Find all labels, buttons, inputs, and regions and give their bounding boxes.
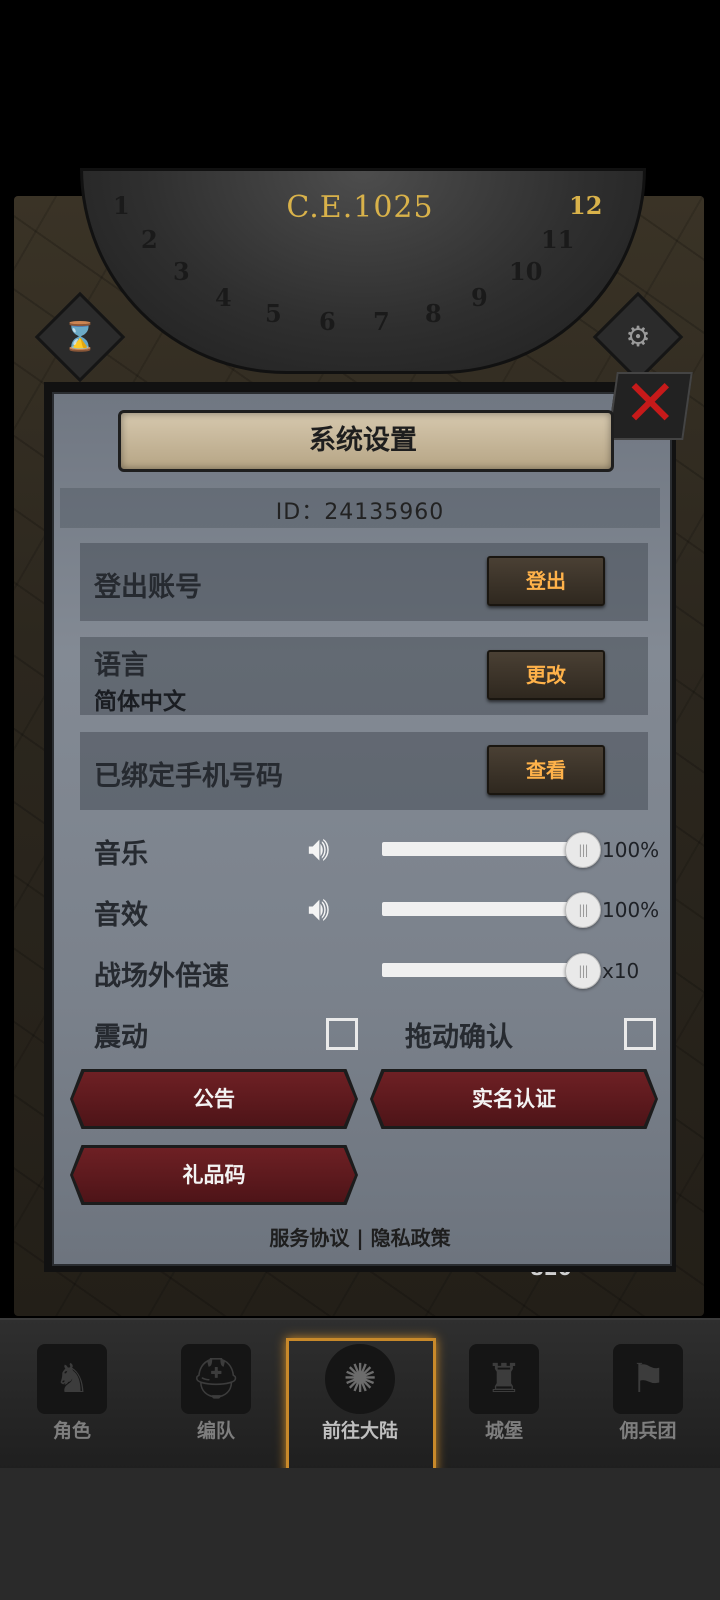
logout-label: 登出账号 — [94, 572, 202, 603]
wheel-number: 11 — [541, 225, 575, 254]
system-bar-area — [0, 1468, 720, 1600]
year-label: C.E.1025 — [286, 190, 434, 225]
music-slider-track[interactable] — [382, 842, 586, 856]
music-label: 音乐 — [94, 839, 148, 870]
drag-confirm-label: 拖动确认 — [405, 1022, 513, 1053]
vibration-checkbox[interactable] — [326, 1018, 358, 1050]
player-id: ID：24135960 — [275, 500, 445, 525]
tab-character[interactable]: ♞ 角色 — [4, 1330, 140, 1464]
tab-label: 城堡 — [484, 1420, 523, 1442]
view-phone-button[interactable]: 查看 — [487, 745, 605, 795]
tab-formation[interactable]: ⛑ 编队 — [148, 1330, 284, 1464]
tab-continent[interactable]: ✺ 前往大陆 — [292, 1330, 428, 1464]
speed-slider-track[interactable] — [382, 963, 586, 977]
language-label: 语言 — [94, 650, 148, 681]
footer-separator: | — [356, 1226, 364, 1250]
footer-links: 服务协议 | 隐私政策 — [52, 1222, 668, 1251]
change-language-button[interactable]: 更改 — [487, 650, 605, 700]
phone-label: 已绑定手机号码 — [94, 761, 283, 792]
speed-label: 战场外倍速 — [94, 961, 229, 992]
sfx-slider-track[interactable] — [382, 902, 586, 916]
sfx-label: 音效 — [94, 900, 148, 931]
wheel-number: 9 — [471, 283, 488, 312]
logout-button[interactable]: 登出 — [487, 556, 605, 606]
knight-icon: ♞ — [37, 1344, 107, 1414]
wheel-number: 7 — [373, 307, 390, 336]
close-button[interactable]: ✕ — [607, 367, 693, 441]
music-slider-thumb[interactable]: ||| — [565, 832, 601, 868]
tab-castle[interactable]: ♜ 城堡 — [436, 1330, 572, 1464]
speaker-icon[interactable]: 🔊︎ — [308, 892, 329, 926]
drag-confirm-checkbox[interactable] — [624, 1018, 656, 1050]
castle-icon: ♜ — [469, 1344, 539, 1414]
hourglass-icon: ⌛ — [62, 320, 98, 353]
wheel-number: 10 — [509, 257, 543, 286]
vibration-label: 震动 — [94, 1022, 148, 1053]
wheel-number: 4 — [215, 283, 232, 312]
sfx-slider-thumb[interactable]: ||| — [565, 892, 601, 928]
speaker-icon[interactable]: 🔊︎ — [308, 832, 329, 866]
close-x-icon: ✕ — [623, 367, 678, 441]
wheel-number: 2 — [141, 225, 158, 254]
speed-slider-thumb[interactable]: ||| — [565, 953, 601, 989]
tab-label: 编队 — [196, 1420, 235, 1442]
compass-icon: ✺ — [325, 1344, 395, 1414]
speed-value: x10 — [602, 959, 640, 983]
privacy-link[interactable]: 隐私政策 — [371, 1226, 451, 1250]
wheel-number: 5 — [265, 299, 282, 328]
language-value: 简体中文 — [94, 689, 186, 715]
wheel-number: 6 — [319, 307, 336, 336]
wheel-number: 8 — [425, 299, 442, 328]
terms-link[interactable]: 服务协议 — [269, 1226, 349, 1250]
helmet-icon: ⛑ — [181, 1344, 251, 1414]
tab-label: 前往大陆 — [321, 1420, 398, 1442]
tab-mercenary[interactable]: ⚑ 佣兵团 — [580, 1330, 716, 1464]
dialog-title: 系统设置 — [309, 425, 417, 456]
tab-label: 佣兵团 — [619, 1420, 677, 1442]
wheel-number: 3 — [173, 257, 190, 286]
gear-icon: ⚙ — [625, 320, 651, 353]
banner-icon: ⚑ — [613, 1344, 683, 1414]
music-value: 100% — [602, 838, 660, 862]
gift-code-button[interactable]: 礼品码 — [73, 1148, 355, 1202]
announcement-button[interactable]: 公告 — [73, 1072, 355, 1126]
real-name-verification-button[interactable]: 实名认证 — [373, 1072, 655, 1126]
sfx-value: 100% — [602, 898, 660, 922]
tab-label: 角色 — [52, 1420, 91, 1442]
